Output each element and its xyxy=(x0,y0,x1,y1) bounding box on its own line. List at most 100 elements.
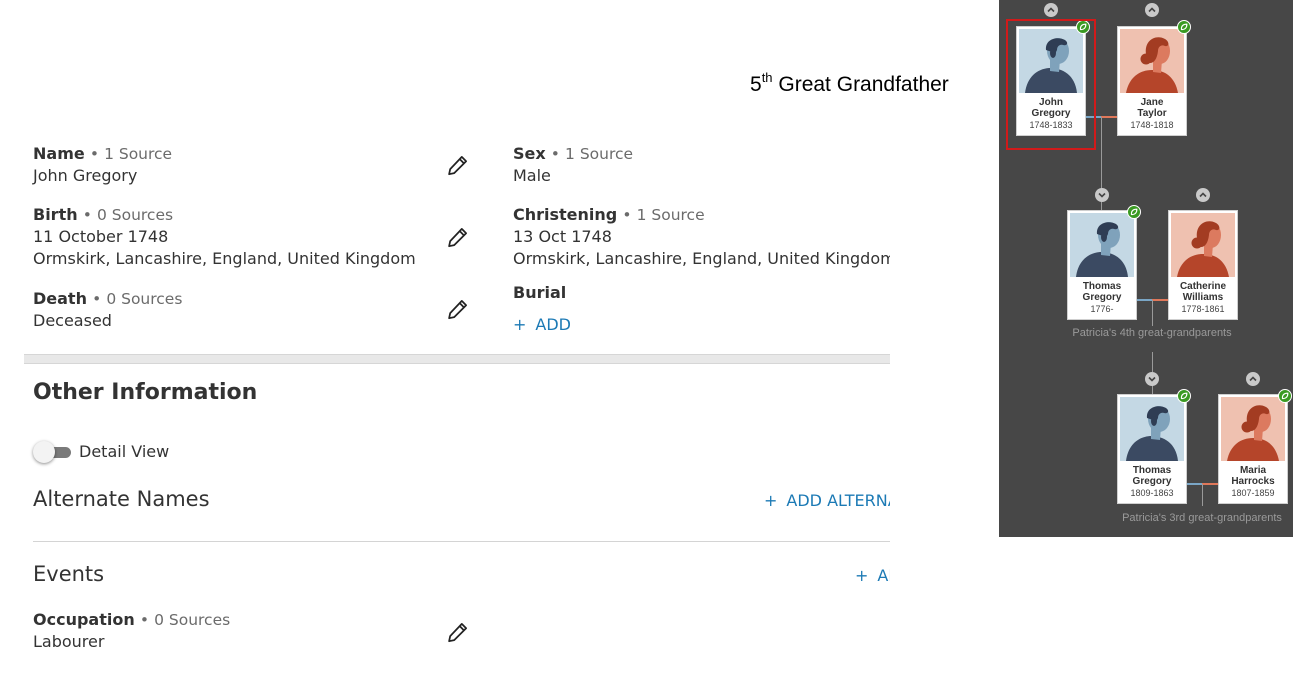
person-dates: 1807-1859 xyxy=(1231,488,1275,498)
person-last-name: Gregory xyxy=(1031,107,1071,119)
add-burial-button[interactable]: + ADD xyxy=(513,314,571,336)
edit-occupation-button[interactable] xyxy=(445,619,471,645)
fact-christening: Christening • 1 Source 13 Oct 1748 Ormsk… xyxy=(513,204,890,270)
chevron-up-icon xyxy=(1199,192,1207,198)
leaf-hint-icon xyxy=(1281,392,1289,400)
add-burial-label: ADD xyxy=(535,315,571,334)
fact-birth-date: 11 October 1748 xyxy=(33,227,169,246)
person-name: Thomas Gregory xyxy=(1118,465,1186,487)
edit-death-button[interactable] xyxy=(445,296,471,322)
fact-birth: Birth • 0 Sources 11 October 1748 Ormski… xyxy=(33,204,416,270)
expand-parents-button[interactable] xyxy=(1145,3,1159,17)
person-first-name: John xyxy=(1039,97,1063,108)
tree-connector xyxy=(1085,116,1101,118)
fact-separator: • xyxy=(92,290,102,308)
events-heading: Events xyxy=(33,562,105,586)
expand-parents-button[interactable] xyxy=(1246,372,1260,386)
person-dates: 1776- xyxy=(1090,304,1114,314)
person-last-name: Williams xyxy=(1182,291,1224,303)
fact-birth-sources[interactable]: 0 Sources xyxy=(97,206,173,224)
person-dates: 1778-1861 xyxy=(1181,304,1225,314)
fact-christening-place: Ormskirk, Lancashire, England, United Ki… xyxy=(513,249,890,268)
chevron-down-icon xyxy=(1148,376,1156,382)
fact-christening-sources[interactable]: 1 Source xyxy=(637,206,705,224)
tree-connector xyxy=(1202,483,1218,485)
edit-birth-button[interactable] xyxy=(445,224,471,250)
chevron-up-icon xyxy=(1148,7,1156,13)
person-last-name: Taylor xyxy=(1137,107,1167,119)
pencil-icon xyxy=(448,623,467,643)
person-last-name: Harrocks xyxy=(1231,475,1275,487)
person-card-catherine-williams[interactable]: Catherine Williams 1778-1861 xyxy=(1168,210,1238,320)
expand-parents-button[interactable] xyxy=(1196,188,1210,202)
fact-death-value: Deceased xyxy=(33,311,112,330)
tree-connector xyxy=(1101,116,1117,118)
pencil-icon xyxy=(448,228,467,248)
detail-view-label: Detail View xyxy=(79,442,170,461)
person-first-name: Catherine xyxy=(1179,281,1227,292)
fact-occupation-sources[interactable]: 0 Sources xyxy=(154,611,230,629)
fact-name-sources[interactable]: 1 Source xyxy=(104,145,172,163)
hint-leaf-badge[interactable] xyxy=(1278,389,1292,403)
tree-connector xyxy=(1152,300,1153,326)
generation-label: Patricia's 3rd great-grandparents xyxy=(1122,512,1282,524)
fact-separator: • xyxy=(89,145,99,163)
chevron-up-icon xyxy=(1047,7,1055,13)
person-name: Thomas Gregory xyxy=(1068,281,1136,303)
collapse-children-button[interactable] xyxy=(1145,372,1159,386)
male-silhouette-icon xyxy=(1120,397,1184,461)
tree-connector xyxy=(1202,484,1203,506)
person-first-name: Thomas xyxy=(1082,281,1122,292)
person-dates: 1748-1818 xyxy=(1130,120,1174,130)
person-first-name: Jane xyxy=(1140,97,1164,108)
plus-icon: + xyxy=(513,315,527,334)
alternate-names-heading: Alternate Names xyxy=(33,487,210,511)
tree-connector xyxy=(1152,352,1153,372)
person-card-thomas-gregory-1776[interactable]: Thomas Gregory 1776- xyxy=(1067,210,1137,320)
fact-birth-label: Birth xyxy=(33,205,78,224)
add-event-button[interactable]: + ADD xyxy=(855,565,890,587)
person-name: Maria Harrocks xyxy=(1219,465,1287,487)
detail-view-toggle[interactable] xyxy=(33,441,73,463)
edit-name-button[interactable] xyxy=(445,152,471,178)
fact-occupation-label: Occupation xyxy=(33,610,135,629)
add-event-label: ADD xyxy=(877,566,890,585)
expand-parents-button[interactable] xyxy=(1044,3,1058,17)
person-card-maria-harrocks[interactable]: Maria Harrocks 1807-1859 xyxy=(1218,394,1288,504)
plus-icon: + xyxy=(855,566,869,585)
fact-death: Death • 0 Sources Deceased xyxy=(33,288,182,332)
plus-icon: + xyxy=(764,491,778,510)
tree-connector xyxy=(1186,483,1202,485)
add-alternate-name-button[interactable]: + ADD ALTERNATE NAME xyxy=(764,490,890,512)
fact-sex-label: Sex xyxy=(513,144,546,163)
tree-connector xyxy=(1101,117,1102,189)
leaf-hint-icon xyxy=(1130,208,1138,216)
fact-separator: • xyxy=(550,145,560,163)
tree-connector xyxy=(1136,299,1152,301)
hint-leaf-badge[interactable] xyxy=(1177,20,1191,34)
person-name: John Gregory xyxy=(1017,97,1085,119)
collapse-children-button[interactable] xyxy=(1095,188,1109,202)
person-card-john-gregory[interactable]: John Gregory 1748-1833 xyxy=(1016,26,1086,136)
fact-death-sources[interactable]: 0 Sources xyxy=(106,290,182,308)
fact-sex: Sex • 1 Source Male xyxy=(513,143,633,187)
family-tree-panel[interactable]: John Gregory 1748-1833 Jane Taylor 1748-18… xyxy=(999,0,1293,537)
fact-occupation-value: Labourer xyxy=(33,632,105,651)
hint-leaf-badge[interactable] xyxy=(1177,389,1191,403)
fact-name-label: Name xyxy=(33,144,85,163)
annotation-text: Great Grandfather xyxy=(778,73,949,96)
section-divider xyxy=(24,354,890,364)
person-first-name: Thomas xyxy=(1132,465,1172,476)
generation-label: Patricia's 4th great-grandparents xyxy=(1072,327,1232,339)
hint-leaf-badge[interactable] xyxy=(1076,20,1090,34)
generation-annotation: 5th Great Grandfather xyxy=(750,70,949,97)
person-name: Catherine Williams xyxy=(1169,281,1237,303)
fact-sex-value: Male xyxy=(513,166,551,185)
hint-leaf-badge[interactable] xyxy=(1127,205,1141,219)
fact-christening-date: 13 Oct 1748 xyxy=(513,227,612,246)
person-dates: 1748-1833 xyxy=(1029,120,1073,130)
person-card-thomas-gregory-1809[interactable]: Thomas Gregory 1809-1863 xyxy=(1117,394,1187,504)
person-card-jane-taylor[interactable]: Jane Taylor 1748-1818 xyxy=(1117,26,1187,136)
fact-sex-sources[interactable]: 1 Source xyxy=(565,145,633,163)
person-dates: 1809-1863 xyxy=(1130,488,1174,498)
